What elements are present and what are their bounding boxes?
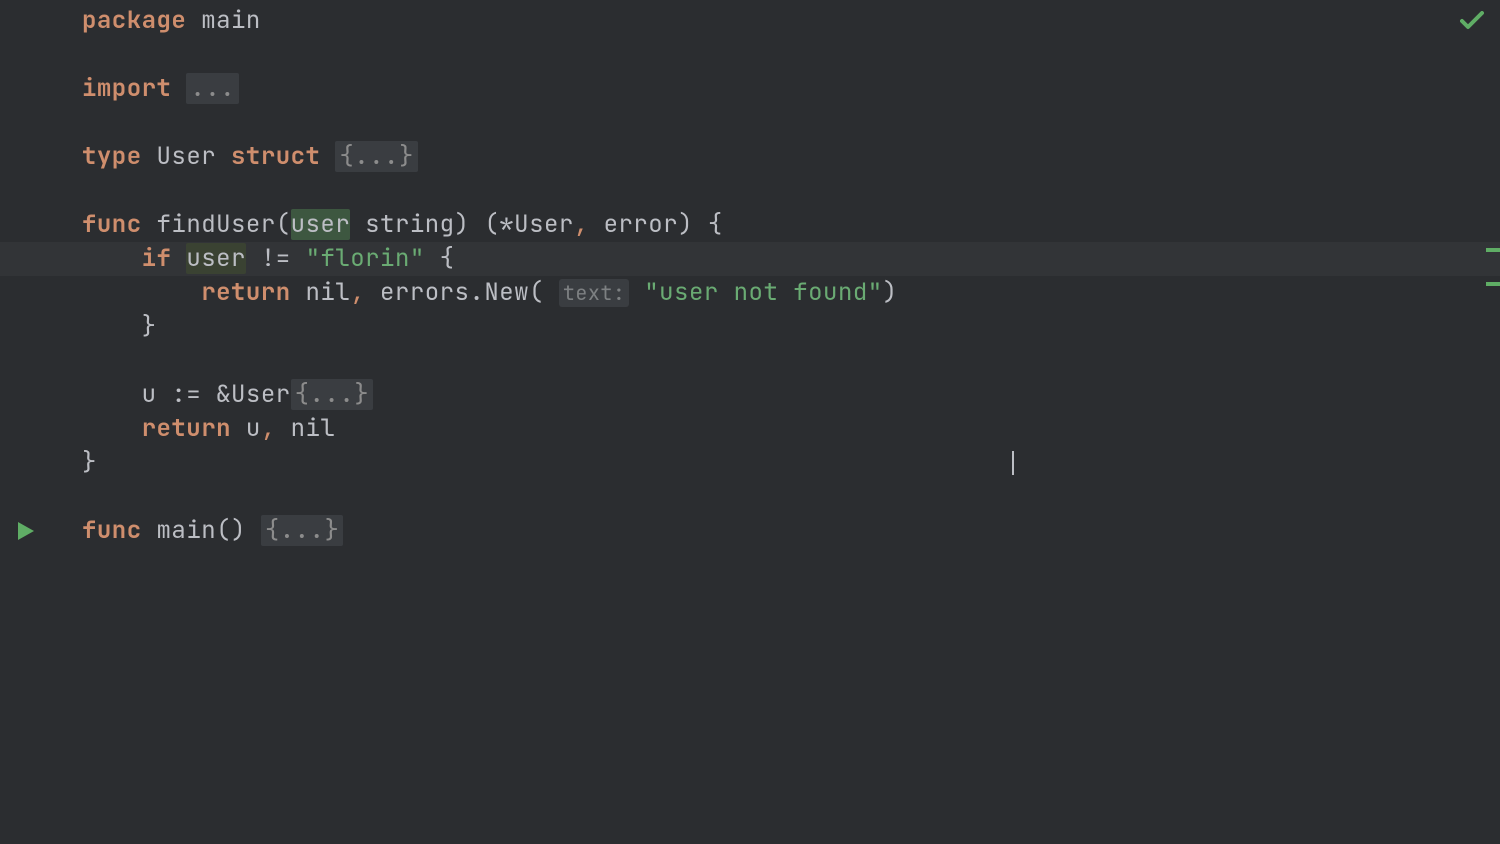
space (350, 209, 365, 240)
code-line[interactable]: } (82, 310, 1500, 344)
code-line[interactable]: func findUser(user string) (*User, error… (82, 208, 1500, 242)
fold-placeholder[interactable]: ... (186, 73, 239, 104)
package-name: main (201, 5, 261, 36)
code-line[interactable]: return u, nil (82, 412, 1500, 446)
space (186, 5, 201, 36)
brace: { (440, 243, 455, 274)
indent (82, 311, 142, 342)
space (425, 243, 440, 274)
space (693, 209, 708, 240)
space (544, 277, 559, 308)
comma: , (261, 413, 276, 444)
code-lines[interactable]: package main import ... type User struct… (82, 4, 1500, 548)
fold-placeholder[interactable]: {...} (291, 379, 374, 410)
space (231, 413, 246, 444)
space (142, 141, 157, 172)
keyword-struct: struct (231, 141, 320, 172)
space (589, 209, 604, 240)
keyword-import: import (82, 73, 171, 104)
operator: != (261, 243, 291, 274)
space (216, 141, 231, 172)
code-line[interactable] (82, 480, 1500, 514)
space (469, 209, 484, 240)
space (276, 413, 291, 444)
param-type: string (365, 209, 454, 240)
change-marker[interactable] (1486, 282, 1500, 286)
type-name: User (231, 379, 291, 410)
code-line[interactable]: u := &User{...} (82, 378, 1500, 412)
keyword-if: if (142, 243, 172, 274)
brace: } (82, 447, 97, 478)
func-name: main (157, 515, 217, 546)
code-line[interactable] (82, 174, 1500, 208)
space (171, 243, 186, 274)
keyword-package: package (82, 5, 186, 36)
gutter (0, 0, 50, 844)
indent (82, 277, 201, 308)
space (246, 515, 261, 546)
brace: } (142, 311, 157, 342)
space (246, 243, 261, 274)
return-open: (* (484, 209, 514, 240)
indent (82, 379, 142, 410)
run-icon[interactable] (18, 522, 34, 540)
code-line[interactable]: return nil, errors.New( text: "user not … (82, 276, 1500, 310)
return-type: User (514, 209, 574, 240)
comma: , (574, 209, 589, 240)
text-cursor (1012, 451, 1014, 475)
nil: nil (291, 413, 336, 444)
fold-placeholder[interactable]: {...} (261, 515, 344, 546)
code-line[interactable]: package main (82, 4, 1500, 38)
var-ref: user (186, 243, 246, 274)
paren: ) (455, 209, 470, 240)
paren: ) (883, 277, 898, 308)
code-line[interactable]: func main() {...} (82, 514, 1500, 548)
error-type: error (604, 209, 679, 240)
code-line[interactable]: type User struct {...} (82, 140, 1500, 174)
indent (82, 243, 142, 274)
var-ref: u (246, 413, 261, 444)
code-line[interactable] (82, 106, 1500, 140)
fold-placeholder[interactable]: {...} (335, 141, 418, 172)
space (142, 515, 157, 546)
parens: () (216, 515, 246, 546)
indent (82, 413, 142, 444)
keyword-func: func (82, 515, 142, 546)
keyword-return: return (142, 413, 231, 444)
space (629, 277, 644, 308)
code-line[interactable]: } (82, 446, 1500, 480)
type-name: User (157, 141, 217, 172)
param-name: user (291, 209, 351, 240)
code-line[interactable]: import ... (82, 72, 1500, 106)
func-name: findUser (157, 209, 276, 240)
code-editor[interactable]: package main import ... type User struct… (0, 0, 1500, 844)
return-close: ) (678, 209, 693, 240)
comma: , (350, 277, 365, 308)
code-line[interactable] (82, 344, 1500, 378)
code-line[interactable]: if user != "florin" { (82, 242, 1500, 276)
space (320, 141, 335, 172)
space (142, 209, 157, 240)
paren: ( (276, 209, 291, 240)
space (171, 73, 186, 104)
keyword-type: type (82, 141, 142, 172)
space (291, 277, 306, 308)
call-expr: errors.New( (380, 277, 544, 308)
string-literal: "florin" (306, 243, 425, 274)
space (291, 243, 306, 274)
keyword-func: func (82, 209, 142, 240)
assignment: u := & (142, 379, 231, 410)
space (365, 277, 380, 308)
analysis-ok-icon[interactable] (1460, 8, 1484, 39)
inlay-hint: text: (559, 279, 630, 307)
change-marker[interactable] (1486, 248, 1500, 252)
nil: nil (306, 277, 351, 308)
keyword-return: return (201, 277, 290, 308)
brace: { (708, 209, 723, 240)
code-line[interactable] (82, 38, 1500, 72)
string-literal: "user not found" (644, 277, 882, 308)
